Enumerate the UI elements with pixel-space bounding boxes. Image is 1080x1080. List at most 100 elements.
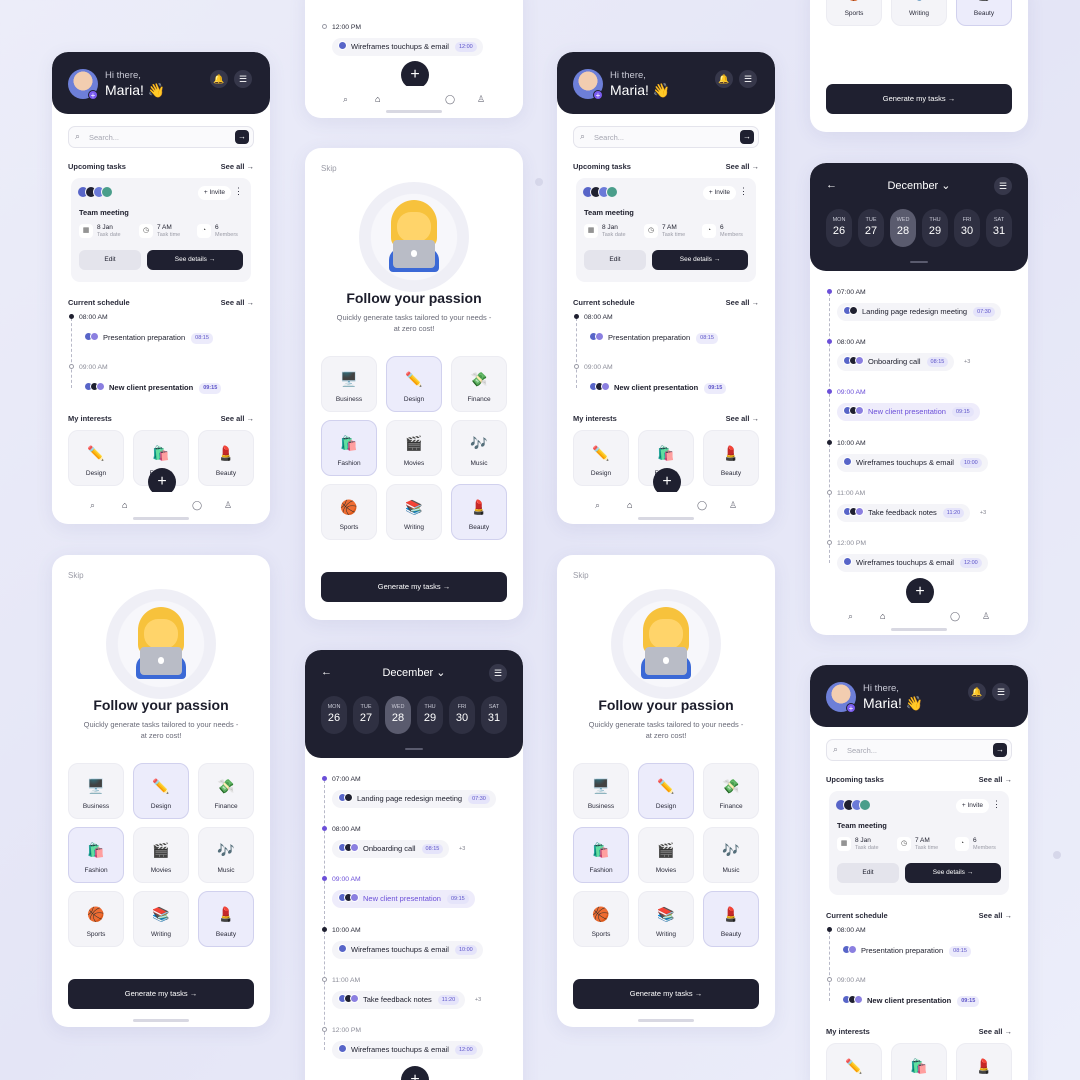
- home-icon[interactable]: ⌂: [880, 611, 885, 621]
- profile-icon[interactable]: ♙: [477, 94, 485, 105]
- interest-fashion[interactable]: 🛍️Fashion: [891, 1043, 947, 1080]
- schedule-event[interactable]: Presentation preparation 08:15: [842, 943, 971, 959]
- menu-icon[interactable]: ☰: [234, 70, 252, 88]
- interest-finance[interactable]: 💸 Finance: [451, 356, 507, 412]
- more-options-icon[interactable]: ⋮: [739, 186, 748, 197]
- see-all-upcoming[interactable]: See all →: [726, 162, 759, 171]
- generate-tasks-button[interactable]: Generate my tasks →: [826, 84, 1012, 114]
- profile-icon[interactable]: ♙: [224, 500, 232, 511]
- generate-tasks-button[interactable]: Generate my tasks →: [573, 979, 759, 1009]
- generate-tasks-button[interactable]: Generate my tasks →: [321, 572, 507, 602]
- skip-link[interactable]: Skip: [321, 164, 337, 173]
- see-all-interests[interactable]: See all →: [979, 1027, 1012, 1036]
- add-status-icon[interactable]: +: [593, 90, 603, 100]
- see-all-interests[interactable]: See all →: [726, 414, 759, 423]
- interest-finance[interactable]: 💸 Finance: [703, 763, 759, 819]
- profile-icon[interactable]: ♙: [982, 611, 990, 622]
- interest-writing[interactable]: 📚Writing: [386, 484, 442, 540]
- interest-design[interactable]: ✏️Design: [638, 763, 694, 819]
- interest-beauty[interactable]: 💄Beauty: [703, 891, 759, 947]
- edit-button[interactable]: Edit: [79, 250, 141, 270]
- interest-movies[interactable]: 🎬 Movies: [638, 827, 694, 883]
- interest-fashion[interactable]: 🛍️Fashion: [573, 827, 629, 883]
- menu-icon[interactable]: ☰: [489, 664, 507, 682]
- day-tue[interactable]: TUE 27: [858, 209, 884, 247]
- interest-beauty[interactable]: 💄Beauty: [703, 430, 759, 486]
- invite-button[interactable]: + Invite: [197, 186, 231, 200]
- interest-fashion[interactable]: 🛍️Fashion: [68, 827, 124, 883]
- interest-writing[interactable]: 📚Writing: [891, 0, 947, 26]
- see-all-upcoming[interactable]: See all →: [221, 162, 254, 171]
- interest-writing[interactable]: 📚Writing: [133, 891, 189, 947]
- interest-design[interactable]: ✏️Design: [826, 1043, 882, 1080]
- interest-beauty[interactable]: 💄Beauty: [956, 1043, 1012, 1080]
- skip-link[interactable]: Skip: [68, 571, 84, 580]
- see-all-upcoming[interactable]: See all →: [979, 775, 1012, 784]
- interest-beauty[interactable]: 💄Beauty: [198, 891, 254, 947]
- calendar-event[interactable]: Landing page redesign meeting 07:30: [837, 303, 1001, 321]
- edit-button[interactable]: Edit: [584, 250, 646, 270]
- calendar-event[interactable]: Landing page redesign meeting 07:30: [332, 790, 496, 808]
- calendar-event[interactable]: Wireframes touchups & email 12:00: [837, 554, 988, 572]
- drag-handle[interactable]: [910, 261, 928, 263]
- menu-icon[interactable]: ☰: [994, 177, 1012, 195]
- calendar-event[interactable]: Onboarding call 08:15 +3: [837, 353, 970, 371]
- add-status-icon[interactable]: +: [88, 90, 98, 100]
- add-status-icon[interactable]: +: [846, 703, 856, 713]
- schedule-event[interactable]: New client presentation 09:15: [842, 993, 980, 1009]
- chat-icon[interactable]: ◯: [697, 500, 707, 511]
- search-submit-button[interactable]: →: [993, 743, 1007, 757]
- interest-sports[interactable]: 🏀Sports: [68, 891, 124, 947]
- drag-handle[interactable]: [405, 748, 423, 750]
- calendar-event-highlighted[interactable]: New client presentation 09:15: [837, 403, 980, 421]
- day-mon[interactable]: MON 26: [321, 696, 347, 734]
- calendar-event[interactable]: Take feedback notes 11:20 +3: [837, 504, 986, 522]
- interest-sports[interactable]: 🏀Sports: [826, 0, 882, 26]
- search-input[interactable]: ⌕ Search... →: [826, 739, 1012, 761]
- schedule-event[interactable]: Presentation preparation 08:15: [84, 330, 213, 346]
- interest-movies[interactable]: 🎬 Movies: [386, 420, 442, 476]
- calendar-event[interactable]: Wireframes touchups & email 12:00: [332, 38, 483, 56]
- calendar-event[interactable]: Wireframes touchups & email 10:00: [837, 454, 988, 472]
- interest-business[interactable]: 🖥️ Business: [321, 356, 377, 412]
- chat-icon[interactable]: ◯: [192, 500, 202, 511]
- interest-business[interactable]: 🖥️ Business: [68, 763, 124, 819]
- interest-writing[interactable]: 📚Writing: [638, 891, 694, 947]
- interest-movies[interactable]: 🎬 Movies: [133, 827, 189, 883]
- interest-beauty[interactable]: 💄Beauty: [956, 0, 1012, 26]
- search-input[interactable]: ⌕ Search... →: [68, 126, 254, 148]
- day-thu[interactable]: THU 29: [417, 696, 443, 734]
- search-icon[interactable]: ⌕: [90, 500, 95, 511]
- interest-sports[interactable]: 🏀Sports: [573, 891, 629, 947]
- more-options-icon[interactable]: ⋮: [992, 799, 1001, 810]
- calendar-event[interactable]: Wireframes touchups & email 12:00: [332, 1041, 483, 1059]
- day-fri[interactable]: FRI 30: [449, 696, 475, 734]
- see-all-schedule[interactable]: See all →: [221, 298, 254, 307]
- day-fri[interactable]: FRI 30: [954, 209, 980, 247]
- skip-link[interactable]: Skip: [573, 571, 589, 580]
- search-icon[interactable]: ⌕: [343, 94, 348, 105]
- chat-icon[interactable]: ◯: [445, 94, 455, 105]
- interest-music[interactable]: 🎶 Music: [451, 420, 507, 476]
- day-sat[interactable]: SAT 31: [481, 696, 507, 734]
- calendar-event[interactable]: Take feedback notes 11:20 +3: [332, 991, 481, 1009]
- add-icon[interactable]: +: [401, 1066, 429, 1080]
- see-all-schedule[interactable]: See all →: [979, 911, 1012, 920]
- day-wed[interactable]: WED 28: [890, 209, 916, 247]
- interest-design[interactable]: ✏️Design: [386, 356, 442, 412]
- home-icon[interactable]: ⌂: [627, 500, 632, 510]
- interest-beauty[interactable]: 💄Beauty: [198, 430, 254, 486]
- generate-tasks-button[interactable]: Generate my tasks →: [68, 979, 254, 1009]
- interest-design[interactable]: ✏️Design: [68, 430, 124, 486]
- schedule-event[interactable]: Presentation preparation 08:15: [589, 330, 718, 346]
- search-input[interactable]: ⌕ Search... →: [573, 126, 759, 148]
- invite-button[interactable]: + Invite: [702, 186, 736, 200]
- interest-design[interactable]: ✏️Design: [133, 763, 189, 819]
- chat-icon[interactable]: ◯: [950, 611, 960, 622]
- calendar-event-highlighted[interactable]: New client presentation 09:15: [332, 890, 475, 908]
- add-icon[interactable]: +: [401, 61, 429, 89]
- interest-business[interactable]: 🖥️ Business: [573, 763, 629, 819]
- interest-fashion[interactable]: 🛍️Fashion: [321, 420, 377, 476]
- search-icon[interactable]: ⌕: [848, 611, 853, 622]
- calendar-event[interactable]: Wireframes touchups & email 10:00: [332, 941, 483, 959]
